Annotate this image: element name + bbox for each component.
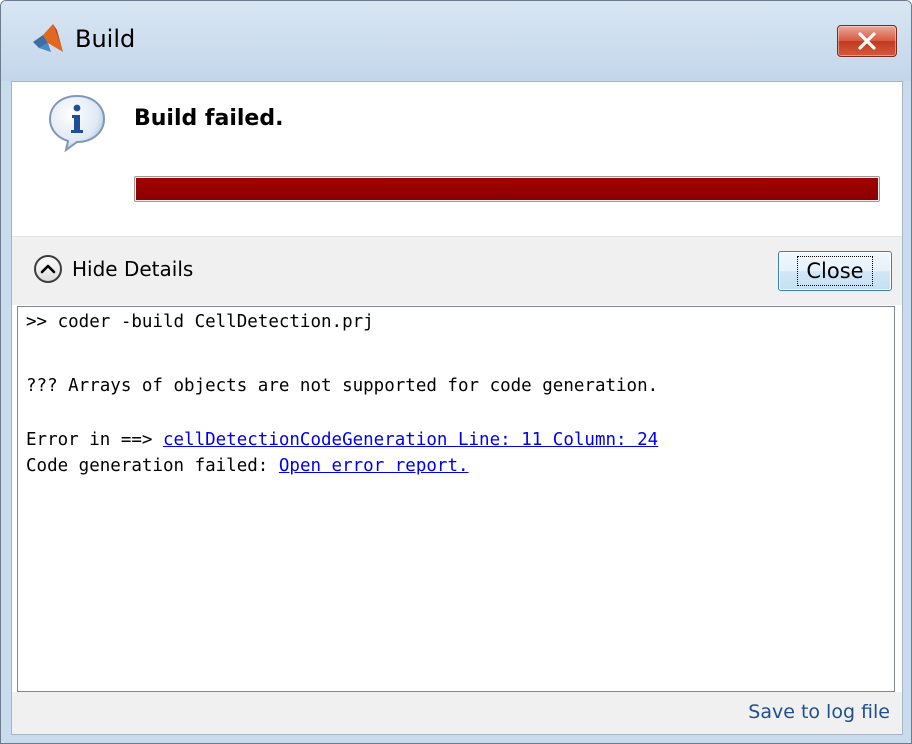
window-close-button[interactable] [837,25,897,57]
open-error-report-link[interactable]: Open error report. [279,456,469,476]
status-panel: Build failed. [12,82,902,236]
close-icon [858,32,876,50]
build-log-output[interactable]: >> coder -build CellDetection.prj ??? Ar… [17,306,895,692]
dialog-body: Build failed. Hide Details Close >> code… [11,81,903,735]
log-error-message: ??? Arrays of objects are not supported … [26,376,659,396]
details-bar: Hide Details Close [12,236,902,305]
error-location-link[interactable]: cellDetectionCodeGeneration Line: 11 Col… [163,430,658,450]
log-command-line: >> coder -build CellDetection.prj [26,312,374,332]
title-bar[interactable]: Build [1,1,911,81]
log-failed-prefix: Code generation failed: [26,456,279,476]
matlab-logo-icon [33,24,63,52]
chevron-up-icon [34,255,62,283]
close-button[interactable]: Close [778,251,892,291]
progress-fill [136,178,878,200]
close-button-label: Close [797,256,873,286]
log-failed-line: Code generation failed: Open error repor… [26,456,469,476]
dialog-footer: Save to log file [12,692,902,734]
log-error-location-line: Error in ==> cellDetectionCodeGeneration… [26,430,658,450]
progress-bar [134,176,880,202]
save-to-log-file-link[interactable]: Save to log file [748,701,890,723]
build-dialog: Build Build failed. Hide Details Close >… [0,0,912,744]
window-title: Build [75,25,136,53]
build-status-message: Build failed. [134,106,284,131]
log-error-prefix: Error in ==> [26,430,163,450]
info-icon [48,94,106,153]
hide-details-label: Hide Details [72,257,194,281]
hide-details-toggle[interactable]: Hide Details [34,251,193,287]
